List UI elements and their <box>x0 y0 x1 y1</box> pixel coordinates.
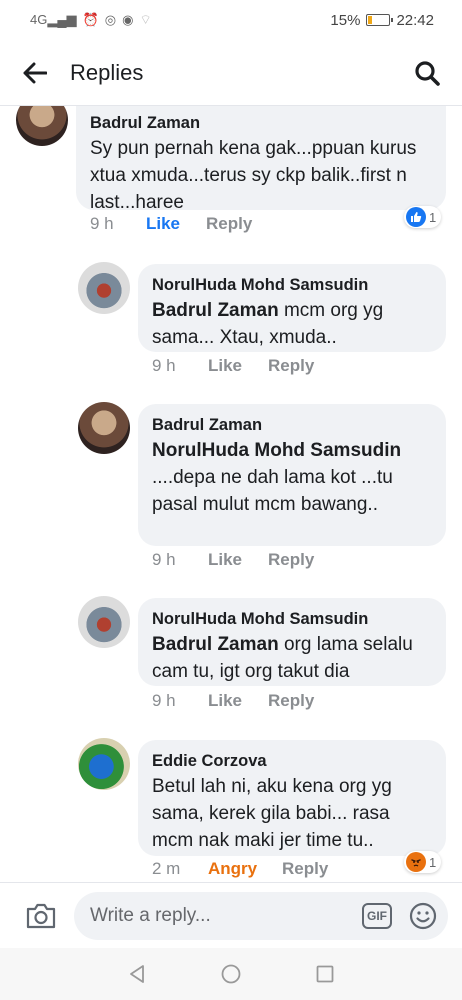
app-header: Replies <box>0 40 462 106</box>
battery-icon <box>366 14 394 26</box>
mention-link[interactable]: Badrul Zaman <box>152 634 279 655</box>
comment-time: 9 h <box>90 214 114 233</box>
chrome-icon: ◉ <box>122 12 134 27</box>
comment-time: 9 h <box>152 356 176 375</box>
like-button[interactable]: Like <box>146 214 206 234</box>
comment-author[interactable]: Badrul Zaman <box>90 111 432 135</box>
comment-text: Badrul Zaman mcm org yg sama... Xtau, xm… <box>152 300 384 348</box>
comment-bubble[interactable]: NorulHuda Mohd Samsudin Badrul Zaman mcm… <box>138 264 446 352</box>
status-icons: 4G▂▄▆ ⏰ ◎ ◉ ⌔ <box>30 12 152 28</box>
reply-button[interactable]: Reply <box>268 550 314 570</box>
comment-actions: 9 h Like Reply <box>152 691 314 711</box>
like-button[interactable]: Like <box>208 356 268 376</box>
wifi-off-icon: ⌔ <box>139 12 152 27</box>
comment-author[interactable]: Eddie Corzova <box>152 749 432 773</box>
comment-author[interactable]: Badrul Zaman <box>152 413 432 437</box>
reply-button[interactable]: Reply <box>206 214 252 234</box>
status-bar: 4G▂▄▆ ⏰ ◎ ◉ ⌔ 15% 22:42 <box>0 0 462 40</box>
comment-bubble[interactable]: NorulHuda Mohd Samsudin Badrul Zaman org… <box>138 598 446 686</box>
reply-button[interactable]: Reply <box>282 859 328 879</box>
back-nav-icon[interactable] <box>126 963 148 985</box>
battery-percent: 15% <box>330 11 361 29</box>
comment-text: Sy pun pernah kena gak...ppuan kurus xtu… <box>90 138 417 213</box>
search-button[interactable] <box>392 40 462 106</box>
clock: 22:42 <box>396 11 434 29</box>
back-button[interactable] <box>0 40 70 106</box>
comment-actions: 2 m Angry Reply <box>152 859 328 879</box>
comment-actions: 9 h Like Reply <box>152 550 314 570</box>
comment-bubble[interactable]: Badrul Zaman NorulHuda Mohd Samsudin ...… <box>138 404 446 546</box>
camera-button[interactable] <box>24 899 58 933</box>
page-title: Replies <box>70 59 144 85</box>
avatar[interactable] <box>78 262 130 314</box>
reaction-summary[interactable]: 1 <box>404 206 442 228</box>
comment-actions: 9 h Like Reply <box>90 214 252 234</box>
mention-link[interactable]: Badrul Zaman <box>152 300 279 321</box>
search-icon <box>415 60 440 86</box>
comment-time: 9 h <box>152 691 176 710</box>
angry-reaction-icon <box>406 852 426 872</box>
like-reaction-icon <box>406 207 426 227</box>
whatsapp-icon: ◎ <box>104 12 117 27</box>
comment-text: Badrul Zaman org lama selalu cam tu, igt… <box>152 634 413 682</box>
alarm-icon: ⏰ <box>82 12 99 27</box>
reply-button[interactable]: Reply <box>268 691 314 711</box>
reaction-count: 1 <box>429 209 437 225</box>
camera-icon <box>26 903 56 928</box>
status-right: 15% 22:42 <box>330 12 434 29</box>
like-button[interactable]: Like <box>208 550 268 570</box>
comment-bubble[interactable]: Eddie Corzova Betul lah ni, aku kena org… <box>138 740 446 856</box>
avatar[interactable] <box>16 106 68 146</box>
emoji-button[interactable] <box>408 901 438 931</box>
comment-time: 2 m <box>152 859 181 878</box>
reply-button[interactable]: Reply <box>268 356 314 376</box>
comment-text: Betul lah ni, aku kena org yg sama, kere… <box>152 776 392 851</box>
reply-input[interactable] <box>90 904 362 927</box>
home-nav-icon[interactable] <box>220 963 242 985</box>
reply-input-container[interactable]: GIF <box>74 891 448 940</box>
gif-button[interactable]: GIF <box>362 902 392 929</box>
avatar[interactable] <box>78 402 130 454</box>
arrow-left-icon <box>23 62 47 83</box>
comment-actions: 9 h Like Reply <box>152 356 314 376</box>
emoji-icon <box>409 902 437 929</box>
system-nav-bar <box>0 948 462 1000</box>
avatar[interactable] <box>78 738 130 790</box>
comment-text: NorulHuda Mohd Samsudin ....depa ne dah … <box>152 440 402 515</box>
angry-reaction-button[interactable]: Angry <box>208 859 282 879</box>
reply-composer: GIF <box>0 882 462 948</box>
replies-thread[interactable]: Badrul Zaman Sy pun pernah kena gak...pp… <box>0 106 462 882</box>
signal-icon: 4G▂▄▆ <box>30 12 77 27</box>
avatar[interactable] <box>78 596 130 648</box>
comment-time: 9 h <box>152 550 176 569</box>
comment-bubble[interactable]: Badrul Zaman Sy pun pernah kena gak...pp… <box>76 106 446 213</box>
like-button[interactable]: Like <box>208 691 268 711</box>
comment-author[interactable]: NorulHuda Mohd Samsudin <box>152 273 432 297</box>
recents-nav-icon[interactable] <box>314 963 336 985</box>
reaction-count: 1 <box>429 854 437 870</box>
mention-link[interactable]: NorulHuda Mohd Samsudin <box>152 440 401 461</box>
comment-author[interactable]: NorulHuda Mohd Samsudin <box>152 607 432 631</box>
reaction-summary[interactable]: 1 <box>404 851 442 873</box>
